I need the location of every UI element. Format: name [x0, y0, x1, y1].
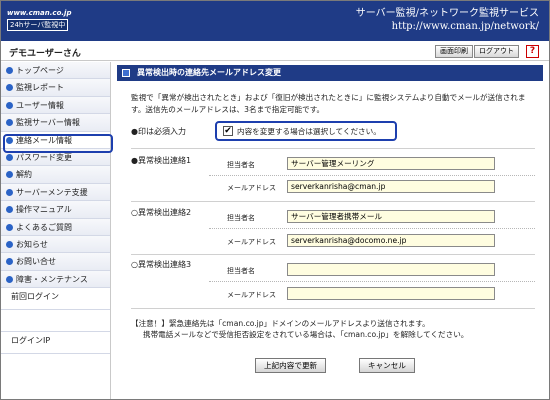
sidebar-item-label: トップページ	[16, 66, 64, 75]
last-login-value	[1, 310, 110, 333]
divider	[209, 281, 535, 282]
contact-2-name-label: 担当者名	[227, 214, 255, 222]
logo: www.cman.co.jp 24hサーバ監視中	[7, 9, 82, 33]
sidebar-item-label: 障害・メンテナンス	[16, 274, 88, 284]
section-title: 異常検出時の連絡先メールアドレス変更	[117, 65, 543, 81]
site-title-text: サーバー監視/ネットワーク監視サービス	[355, 8, 539, 19]
bullet-icon	[6, 240, 13, 248]
sidebar-item-server-info[interactable]: 監視サーバー情報	[1, 114, 110, 132]
sidebar-highlight	[3, 134, 113, 153]
sidebar-item-label: サーバーメンテ支援	[16, 187, 88, 197]
contact-1-mail-label: メールアドレス	[227, 184, 276, 192]
contact-3-name-input[interactable]	[287, 263, 495, 276]
sidebar-item-faq[interactable]: よくあるご質問	[1, 218, 110, 236]
divider	[131, 148, 535, 149]
contact-2-mail-input[interactable]	[287, 234, 495, 247]
sidebar-item-label: パスワード変更	[16, 152, 72, 162]
bullet-icon	[6, 84, 13, 92]
sidebar-item-top[interactable]: トップページ	[1, 62, 110, 80]
change-checkbox-row[interactable]: ✔ 内容を変更する場合は選択してください。	[215, 121, 397, 141]
cancel-button[interactable]: キャンセル	[359, 358, 415, 373]
sidebar-item-manual[interactable]: 操作マニュアル	[1, 201, 110, 219]
bullet-icon	[6, 101, 13, 109]
bullet-icon	[6, 258, 13, 266]
logo-badge: 24hサーバ監視中	[7, 19, 69, 31]
contact-1-name-input[interactable]	[287, 157, 495, 170]
sidebar-item-user-info[interactable]: ユーザー情報	[1, 96, 110, 115]
sidebar-item-report[interactable]: 監視レポート	[1, 79, 110, 97]
sidebar-item-outage[interactable]: 障害・メンテナンス	[1, 270, 110, 289]
contact-2-label: ○異常検出連絡2	[131, 208, 192, 217]
bullet-icon	[6, 188, 13, 196]
user-name: デモユーザーさん	[9, 49, 81, 59]
divider	[131, 308, 535, 309]
main-content: 異常検出時の連絡先メールアドレス変更 監視で「異常が検出されたとき」および「復旧…	[117, 65, 543, 395]
logo-url: www.cman.co.jp	[7, 9, 72, 17]
contact-3-label: ○異常検出連絡3	[131, 260, 192, 269]
change-checkbox[interactable]: ✔	[223, 126, 233, 136]
sidebar-item-maintenance-support[interactable]: サーバーメンテ支援	[1, 183, 110, 202]
notice-line-2: 携帯電話メールなどで受信拒否設定をされている場合は、「cman.co.jp」を解…	[143, 330, 469, 339]
user-bar: デモユーザーさん 画面印刷 ログアウト ?	[1, 41, 549, 61]
sidebar-item-news[interactable]: お知らせ	[1, 235, 110, 254]
contact-3-name-label: 担当者名	[227, 267, 255, 275]
last-login-label: 前回ログイン	[1, 288, 110, 311]
intro-text: 監視で「異常が検出されたとき」および「復旧が検出されたときに」に監視システムより…	[131, 93, 526, 114]
contact-2-mail-label: メールアドレス	[227, 238, 276, 246]
notice-line-1: 【注意！】緊急連絡先は「cman.co.jp」ドメインのメールアドレスより送信さ…	[131, 319, 430, 328]
contact-1-label: ●異常検出連絡1	[131, 156, 192, 165]
required-note: ●印は必須入力	[131, 127, 186, 136]
help-icon[interactable]: ?	[526, 45, 539, 58]
site-url: http://www.cman.jp/network/	[391, 21, 539, 32]
app-frame: www.cman.co.jp 24hサーバ監視中 サーバー監視/ネットワーク監視…	[0, 0, 550, 400]
sidebar-item-contact[interactable]: お問い合せ	[1, 253, 110, 271]
sidebar: トップページ 監視レポート ユーザー情報 監視サーバー情報 連絡メール情報 パス…	[1, 62, 111, 399]
divider	[131, 254, 535, 255]
bullet-icon	[6, 119, 13, 127]
sidebar-item-label: 解約	[16, 170, 32, 180]
sidebar-item-cancel-contract[interactable]: 解約	[1, 166, 110, 184]
divider	[209, 228, 535, 229]
section-title-text: 異常検出時の連絡先メールアドレス変更	[137, 68, 281, 77]
login-ip-label: ログインIP	[1, 332, 110, 355]
change-checkbox-label[interactable]: 内容を変更する場合は選択してください。	[237, 126, 381, 137]
contact-3-mail-input[interactable]	[287, 287, 495, 300]
bullet-icon	[6, 275, 13, 283]
site-header: www.cman.co.jp 24hサーバ監視中 サーバー監視/ネットワーク監視…	[1, 1, 549, 41]
sidebar-item-label: よくあるご質問	[16, 222, 72, 232]
sidebar-item-label: お知らせ	[16, 239, 48, 249]
divider	[131, 201, 535, 202]
contact-3-mail-label: メールアドレス	[227, 291, 276, 299]
update-button[interactable]: 上記内容で更新	[255, 358, 327, 373]
sidebar-item-label: 監視サーバー情報	[16, 118, 80, 128]
logout-button[interactable]: ログアウト	[474, 45, 519, 58]
sidebar-item-label: ユーザー情報	[16, 100, 64, 110]
bullet-icon	[6, 171, 13, 179]
sidebar-item-label: 監視レポート	[16, 83, 64, 93]
bullet-icon	[6, 153, 13, 161]
contact-1-name-label: 担当者名	[227, 161, 255, 169]
bullet-icon	[6, 206, 13, 214]
sidebar-item-label: 操作マニュアル	[16, 205, 72, 215]
bullet-icon	[6, 223, 13, 231]
notice-text: 【注意！】緊急連絡先は「cman.co.jp」ドメインのメールアドレスより送信さ…	[131, 318, 531, 340]
sidebar-item-label: お問い合せ	[16, 257, 56, 267]
contact-1-mail-input[interactable]	[287, 180, 495, 193]
site-title: サーバー監視/ネットワーク監視サービス http://www.cman.jp/n…	[356, 7, 539, 34]
print-button[interactable]: 画面印刷	[435, 45, 473, 58]
divider	[209, 175, 535, 176]
bullet-icon	[6, 67, 13, 74]
contact-2-name-input[interactable]	[287, 210, 495, 223]
window-icon	[122, 69, 130, 77]
